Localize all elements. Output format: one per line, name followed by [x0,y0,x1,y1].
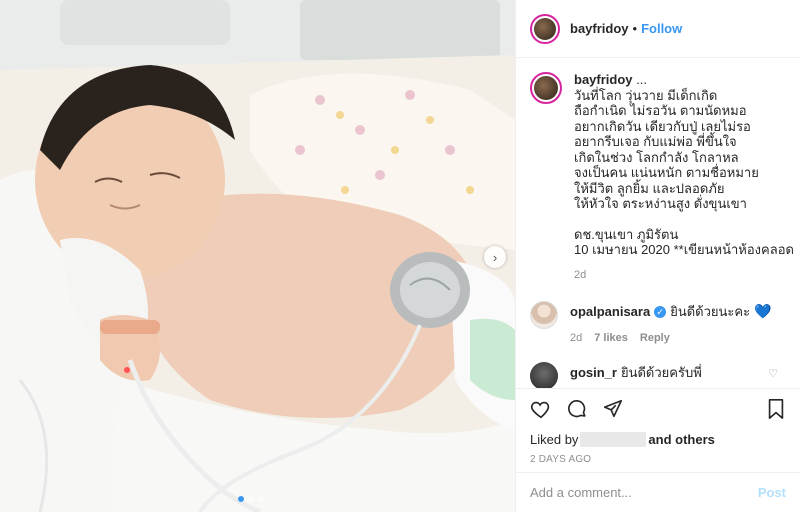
verified-badge-icon: ✓ [654,305,667,318]
caption-line [574,212,794,227]
liked-by-user-redacted [580,431,647,447]
instagram-post-window: › bayfridoy • Follow bayfridoy ... วันที… [0,0,800,512]
post-comment-button[interactable]: Post [758,485,786,500]
comment-text: ยินดีด้วยครับพี่ [620,365,702,380]
caption-line: เกิดในช่วง โลกกำลัง โกลาหล [574,149,739,165]
caption-line: อยากรีบเจอ กับแม่พ่อ พี่ขึ้นใจ [574,134,737,149]
comment-text: ยินดีด้วยนะคะ [670,304,751,319]
comments-area[interactable]: bayfridoy ... วันที่โลก วุ่นวาย มีเด็กเก… [516,58,800,388]
liked-by-label: Liked by [530,431,579,447]
carousel-dots [238,496,264,502]
liked-and-others[interactable]: and others [648,432,714,447]
comment-item: gosin_r ยินดีด้วยครับพี่ ♡ [530,362,784,388]
share-icon[interactable] [602,398,624,420]
action-bar [516,388,800,428]
author-avatar[interactable] [530,13,560,44]
likes-summary: Liked by and others [516,428,800,450]
caption-line: ถือกำเนิด ไม่รอวัน ตามนัดหมอ [574,103,747,118]
follow-button[interactable]: Follow [641,21,682,36]
carousel-dot [238,496,244,502]
commenter-username[interactable]: opalpanisara [570,304,650,319]
post-date: 2 DAYS AGO [530,454,592,465]
post-caption: bayfridoy ... วันที่โลก วุ่นวาย มีเด็กเก… [530,72,794,283]
caption-more: ... [636,72,647,87]
blue-heart-emoji: 💙 [754,303,772,319]
comment-likes[interactable]: 7 likes [594,332,628,344]
caption-line: ให้หัวใจ ตระหง่านสูง ดั่งขุนเขา [574,196,747,211]
caption-line: วันที่โลก วุ่นวาย มีเด็กเกิด [574,87,718,103]
caption-timestamp: 2d [574,268,587,281]
post-header: bayfridoy • Follow [516,0,800,58]
header-separator: • [632,21,638,36]
caption-username[interactable]: bayfridoy [574,72,633,87]
author-username[interactable]: bayfridoy [570,21,629,36]
carousel-dot [248,496,254,502]
comment-like-icon[interactable]: ♡ [768,367,778,380]
bookmark-icon[interactable] [766,398,786,420]
caption-avatar[interactable] [530,72,562,104]
comment-item: opalpanisara ✓ ยินดีด้วยนะคะ 💙 2d 7 like… [530,301,784,380]
post-photo[interactable]: › [0,0,515,512]
caption-line: จงเป็นคน แน่นหนัก ตามชื่อหมาย [574,165,759,180]
commenter-username[interactable]: gosin_r [570,365,617,380]
heart-icon[interactable] [530,398,552,420]
caption-line: 10 เมษายน 2020 **เขียนหน้าห้องคลอด [574,242,794,257]
caption-line: ให้มีวิต ลูกยิ้ม และปลอดภัย [574,180,725,196]
newborn-illustration [0,0,515,512]
carousel-dot [258,496,264,502]
caption-line: อยากเกิดวัน เดียวกับปู่ เลยไม่รอ [574,118,751,134]
commenter-avatar[interactable] [530,362,558,388]
comment-timestamp: 2d [570,332,583,344]
reply-button[interactable]: Reply [640,332,670,344]
carousel-next-button[interactable]: › [484,246,506,268]
post-details-panel: bayfridoy • Follow bayfridoy ... วันที่โ… [515,0,800,512]
commenter-avatar[interactable] [530,301,558,329]
add-comment-input[interactable] [530,485,758,500]
caption-line: ดช.ขุนเขา ภูมิรัตน [574,226,679,242]
add-comment-bar: Post [516,472,800,512]
comment-icon[interactable] [566,398,588,420]
